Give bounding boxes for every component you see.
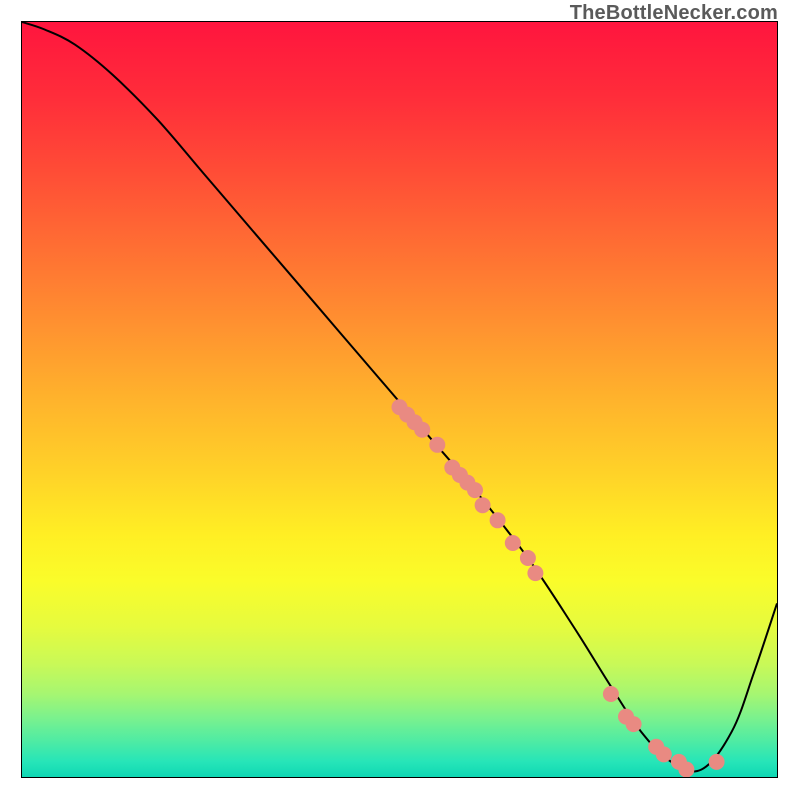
plot-area	[21, 21, 778, 778]
gradient-background	[22, 22, 777, 777]
chart-root: TheBottleNecker.com	[0, 0, 800, 800]
